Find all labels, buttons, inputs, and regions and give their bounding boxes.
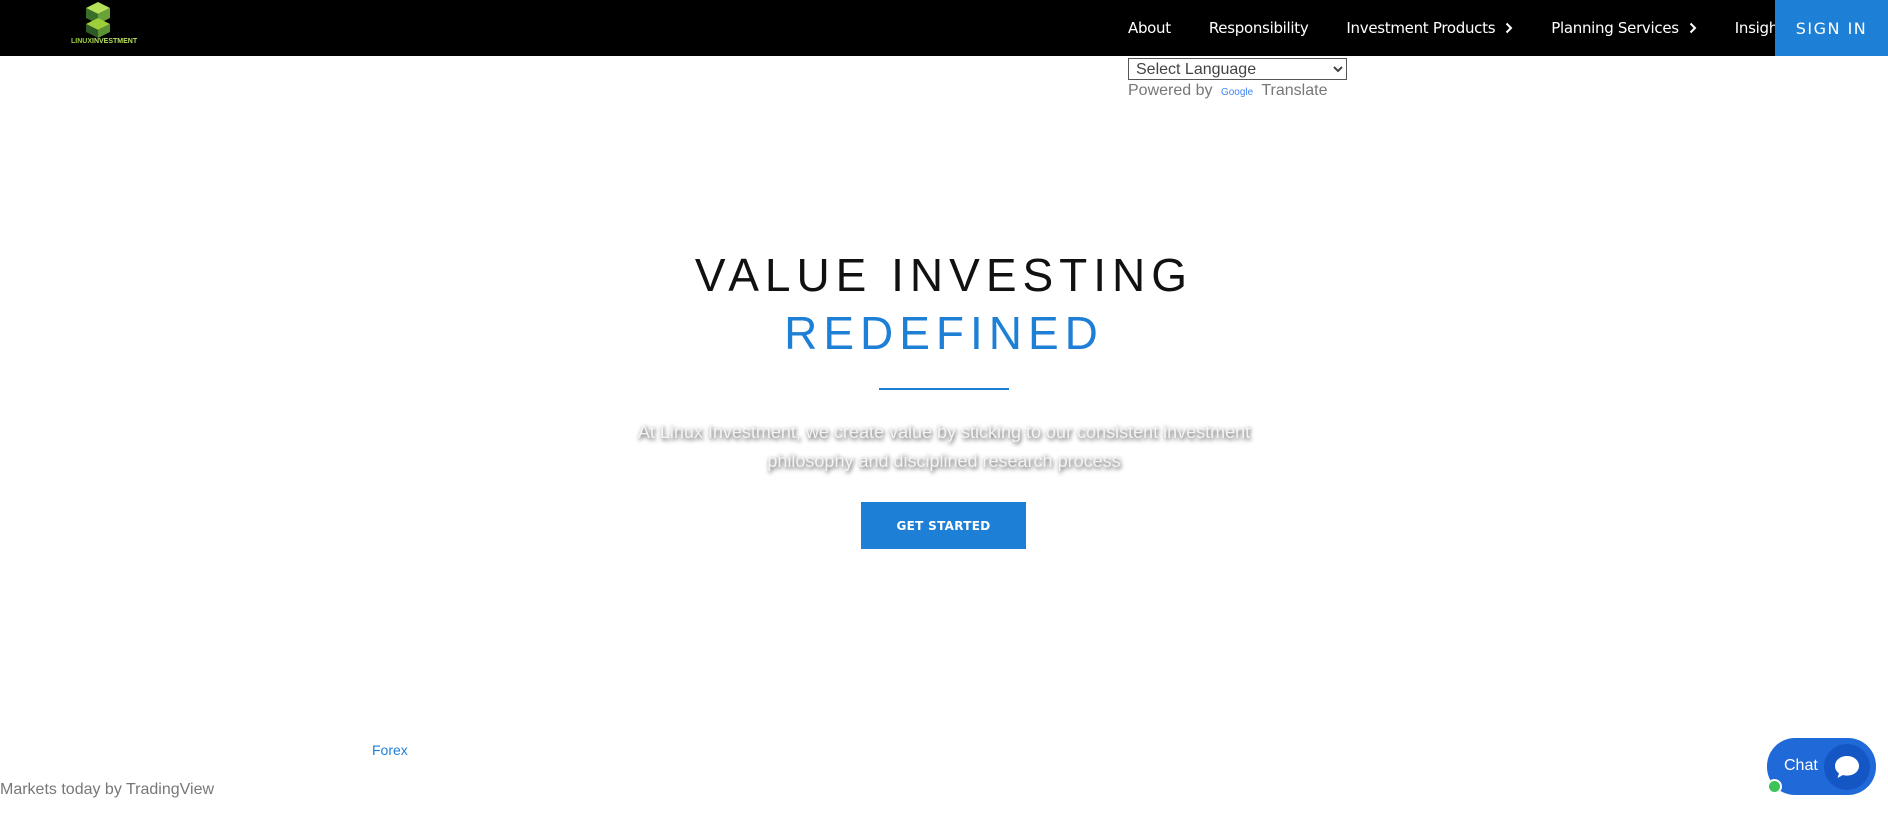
logo-brand-part1: LINUX — [71, 38, 92, 45]
translate-label[interactable]: Translate — [1261, 82, 1327, 99]
hero-title: VALUE INVESTING — [694, 249, 1194, 301]
nav-item-label: Investment Products — [1346, 19, 1496, 37]
powered-by-translate: Powered by Google Translate — [1128, 82, 1327, 100]
chat-label: Chat — [1784, 757, 1818, 774]
page: LINUXINVESTMENT About Responsibility Inv… — [0, 0, 1888, 818]
logo-text: LINUXINVESTMENT — [71, 38, 137, 45]
nav-item-planning-services[interactable]: Planning Services — [1551, 19, 1697, 37]
chat-button[interactable]: Chat — [1767, 738, 1876, 795]
nav-item-label: Responsibility — [1208, 19, 1309, 37]
markets-today-text[interactable]: Markets today by TradingView — [0, 781, 214, 799]
chat-bubble-icon — [1824, 744, 1870, 790]
language-select[interactable]: Select Language — [1128, 58, 1347, 80]
nav-item-label: Planning Services — [1551, 19, 1679, 37]
logo-brand-part2: INVESTMENT — [92, 38, 138, 45]
forex-link[interactable]: Forex — [372, 742, 408, 758]
google-logo-text: Google — [1220, 87, 1254, 98]
nav-item-label: About — [1128, 19, 1171, 37]
get-started-button[interactable]: GET STARTED — [861, 502, 1026, 549]
chevron-right-icon — [1506, 22, 1513, 34]
main-nav: About Responsibility Investment Products… — [1128, 0, 1822, 56]
google-logo[interactable]: Google — [1221, 87, 1253, 98]
nav-item-investment-products[interactable]: Investment Products — [1346, 19, 1513, 37]
online-status-dot — [1767, 779, 1782, 794]
hero-description: At Linux Investment, we create value by … — [637, 422, 1251, 471]
nav-item-responsibility[interactable]: Responsibility — [1209, 19, 1309, 37]
nav-item-about[interactable]: About — [1128, 19, 1171, 37]
hero-subtitle: REDEFINED — [784, 307, 1104, 359]
sign-in-button[interactable]: SIGN IN — [1775, 0, 1888, 56]
navbar: LINUXINVESTMENT About Responsibility Inv… — [0, 0, 1888, 56]
powered-by-label: Powered by — [1128, 82, 1213, 99]
hero-divider — [879, 388, 1009, 390]
chevron-right-icon — [1689, 22, 1697, 34]
